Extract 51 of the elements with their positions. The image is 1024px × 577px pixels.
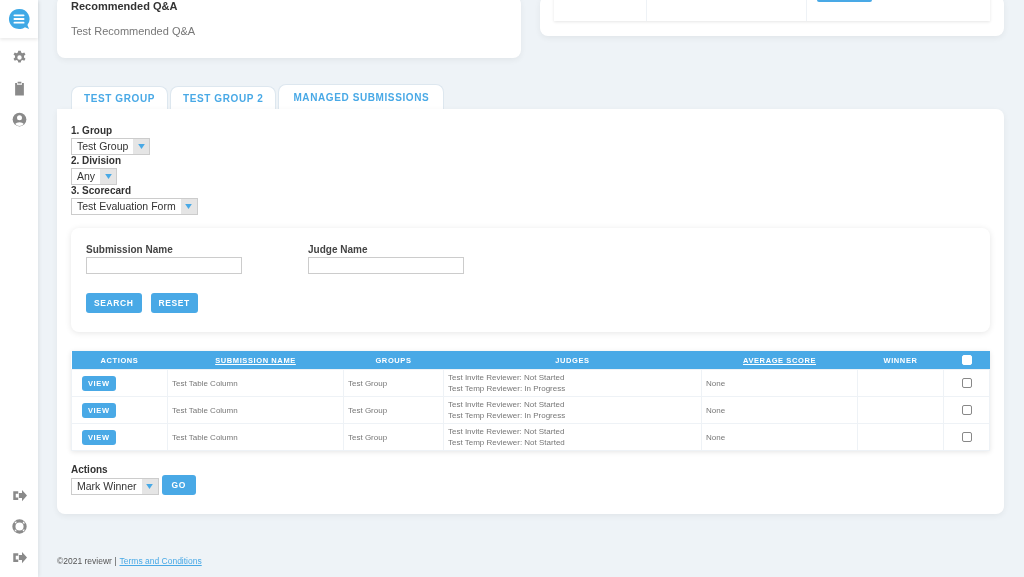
settings-icon[interactable]	[11, 50, 27, 65]
tab[interactable]: MANAGED SUBMISSIONS	[278, 84, 445, 109]
row-checkbox[interactable]	[961, 378, 972, 388]
row-checkbox[interactable]	[961, 432, 972, 442]
select-all-checkbox[interactable]	[961, 355, 972, 365]
field-label: Actions	[71, 464, 109, 475]
field-label: Submission Name	[86, 244, 174, 255]
copyright-text: ©2021 reviewr |	[57, 556, 117, 566]
table-cell: Test Group	[348, 432, 388, 442]
caret-icon	[137, 144, 145, 149]
caret-icon	[104, 174, 112, 179]
table-cell: None	[706, 378, 726, 388]
judge-status: Test Temp Reviewer: In Progress	[448, 383, 567, 394]
table-cell: Test Table Column	[172, 405, 238, 415]
chat-bubble-logo-icon[interactable]	[8, 8, 30, 30]
dropdown[interactable]: Any	[71, 168, 118, 185]
table-cell: Test Group	[348, 405, 388, 415]
card-heading: Recommended Q&A	[71, 0, 179, 12]
dropdown[interactable]: Mark Winner	[71, 477, 159, 495]
input-field[interactable]	[86, 257, 242, 274]
caret-icon	[185, 204, 193, 209]
table-cell: Test Table Column	[172, 432, 238, 442]
go-button[interactable]: GO	[161, 475, 196, 495]
terms-link[interactable]: Terms and Conditions	[119, 556, 202, 566]
table-cell: Test Table Column	[172, 378, 238, 388]
caret-icon	[146, 483, 153, 489]
form-button[interactable]: SEARCH	[86, 293, 142, 313]
sign-out-icon[interactable]	[11, 488, 27, 503]
judge-status: Test Temp Reviewer: Not Started	[448, 437, 566, 448]
tab[interactable]: TEST GROUP	[71, 86, 168, 109]
recommended-item[interactable]: Test Recommended Q&A	[71, 25, 507, 37]
table-cell: Test Group	[348, 378, 388, 388]
field-label: 1. Group	[71, 125, 113, 136]
judge-status: Test Invite Reviewer: Not Started	[448, 399, 566, 410]
judge-status: Test Invite Reviewer: Not Started	[448, 426, 566, 437]
dropdown[interactable]: Test Evaluation Form	[71, 198, 198, 215]
row-checkbox[interactable]	[961, 405, 972, 415]
field-label: 3. Scorecard	[71, 185, 132, 196]
lifebuoy-icon[interactable]	[11, 519, 27, 534]
judge-status: Test Temp Reviewer: In Progress	[448, 410, 567, 421]
form-button[interactable]: RESET	[150, 293, 198, 313]
table-cell: None	[706, 405, 726, 415]
dropdown[interactable]: Test Group	[71, 138, 151, 155]
field-label: 2. Division	[71, 155, 121, 166]
tab[interactable]: TEST GROUP 2	[170, 86, 277, 109]
judge-status: Test Invite Reviewer: Not Started	[448, 372, 566, 383]
user-circle-icon[interactable]	[11, 112, 27, 127]
input-field[interactable]	[308, 257, 464, 274]
sign-out-icon[interactable]	[11, 550, 27, 565]
field-label: Judge Name	[308, 244, 369, 255]
table-cell: None	[706, 432, 726, 442]
